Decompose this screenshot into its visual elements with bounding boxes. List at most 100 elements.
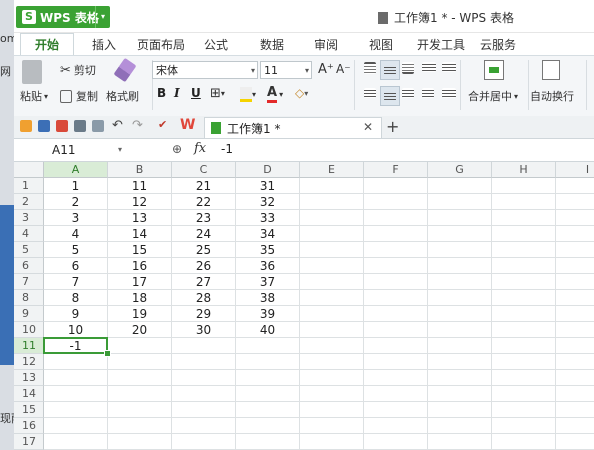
italic-button[interactable]: I [174,86,180,100]
cell-i5[interactable] [556,242,594,258]
cell-e17[interactable] [300,434,364,450]
distribute-icon[interactable] [442,88,456,98]
align-right-icon[interactable] [402,88,414,98]
row-header-3[interactable]: 3 [14,210,44,226]
wrap-text-button[interactable]: 自动换行 [530,88,574,104]
cell-a15[interactable] [44,402,108,418]
cell-b7[interactable]: 17 [108,274,172,290]
cell-a8[interactable]: 8 [44,290,108,306]
cell-e11[interactable] [300,338,364,354]
cell-d12[interactable] [236,354,300,370]
cell-a7[interactable]: 7 [44,274,108,290]
cell-b1[interactable]: 11 [108,178,172,194]
cell-g6[interactable] [428,258,492,274]
cell-b17[interactable] [108,434,172,450]
cell-e3[interactable] [300,210,364,226]
cell-d10[interactable]: 40 [236,322,300,338]
cell-h4[interactable] [492,226,556,242]
cell-g16[interactable] [428,418,492,434]
cell-d1[interactable]: 31 [236,178,300,194]
cell-f2[interactable] [364,194,428,210]
cell-g4[interactable] [428,226,492,242]
cell-i6[interactable] [556,258,594,274]
cell-f5[interactable] [364,242,428,258]
font-color-button[interactable]: A ▾ [267,85,283,103]
cell-f7[interactable] [364,274,428,290]
cell-b5[interactable]: 15 [108,242,172,258]
cell-i15[interactable] [556,402,594,418]
cell-i8[interactable] [556,290,594,306]
tab-insert[interactable]: 插入 [92,36,116,53]
cell-a1[interactable]: 1 [44,178,108,194]
cell-d5[interactable]: 35 [236,242,300,258]
cell-e14[interactable] [300,386,364,402]
save-icon[interactable] [38,120,50,132]
zoom-icon[interactable]: ⊕ [172,142,182,156]
cell-g12[interactable] [428,354,492,370]
align-left-icon[interactable] [364,88,376,98]
document-tab[interactable]: 工作簿1 * ✕ [204,117,382,138]
cell-h3[interactable] [492,210,556,226]
cell-d3[interactable]: 33 [236,210,300,226]
cell-a6[interactable]: 6 [44,258,108,274]
cell-d4[interactable]: 34 [236,226,300,242]
cell-g5[interactable] [428,242,492,258]
tab-view[interactable]: 视图 [369,36,393,53]
cell-d2[interactable]: 32 [236,194,300,210]
row-header-13[interactable]: 13 [14,370,44,386]
pdf-icon[interactable] [56,120,68,132]
row-header-12[interactable]: 12 [14,354,44,370]
grow-font-button[interactable]: A⁺ [318,62,334,77]
cell-i17[interactable] [556,434,594,450]
cell-b2[interactable]: 12 [108,194,172,210]
close-icon[interactable]: ✕ [363,120,373,134]
cell-c10[interactable]: 30 [172,322,236,338]
cell-e8[interactable] [300,290,364,306]
merge-center-button[interactable]: 合并居中 ▾ [468,88,518,104]
cell-g7[interactable] [428,274,492,290]
cell-c15[interactable] [172,402,236,418]
column-header-e[interactable]: E [300,162,364,178]
cell-i14[interactable] [556,386,594,402]
cell-d7[interactable]: 37 [236,274,300,290]
cell-c17[interactable] [172,434,236,450]
cell-h5[interactable] [492,242,556,258]
shrink-font-button[interactable]: A⁻ [336,62,351,76]
cell-d15[interactable] [236,402,300,418]
cell-c9[interactable]: 29 [172,306,236,322]
cell-i9[interactable] [556,306,594,322]
cell-h12[interactable] [492,354,556,370]
column-header-h[interactable]: H [492,162,556,178]
column-header-d[interactable]: D [236,162,300,178]
tab-data[interactable]: 数据 [260,36,284,53]
row-header-9[interactable]: 9 [14,306,44,322]
cell-a3[interactable]: 3 [44,210,108,226]
cell-e9[interactable] [300,306,364,322]
cell-c11[interactable] [172,338,236,354]
cell-d6[interactable]: 36 [236,258,300,274]
cell-f13[interactable] [364,370,428,386]
indent-decrease-icon[interactable] [422,62,436,72]
fill-color-icon[interactable]: ▾ [240,87,256,102]
cell-f15[interactable] [364,402,428,418]
tab-formulas[interactable]: 公式 [204,36,228,53]
cell-i12[interactable] [556,354,594,370]
cell-b14[interactable] [108,386,172,402]
name-box[interactable]: A11 ▾ [20,141,122,159]
cell-g8[interactable] [428,290,492,306]
cell-h16[interactable] [492,418,556,434]
cell-h14[interactable] [492,386,556,402]
cell-b15[interactable] [108,402,172,418]
cell-c1[interactable]: 21 [172,178,236,194]
row-header-10[interactable]: 10 [14,322,44,338]
cell-i1[interactable] [556,178,594,194]
print-icon[interactable] [74,120,86,132]
preview-icon[interactable] [92,120,104,132]
cell-e2[interactable] [300,194,364,210]
cell-e12[interactable] [300,354,364,370]
cell-b9[interactable]: 19 [108,306,172,322]
cell-e13[interactable] [300,370,364,386]
open-folder-icon[interactable] [20,120,32,132]
column-header-c[interactable]: C [172,162,236,178]
cell-c8[interactable]: 28 [172,290,236,306]
